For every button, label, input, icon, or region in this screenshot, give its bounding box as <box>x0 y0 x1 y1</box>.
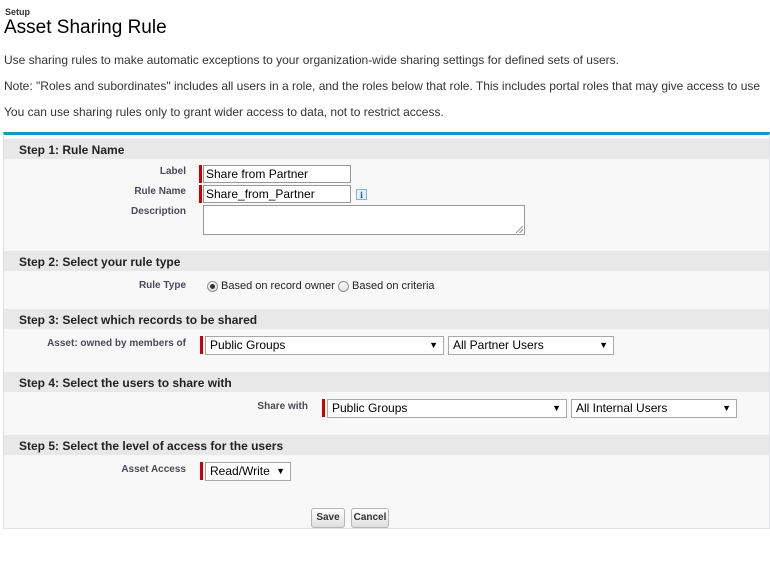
save-button[interactable]: Save <box>311 508 345 528</box>
label-input[interactable]: Share from Partner <box>203 165 351 183</box>
owned-by-field-label: Asset: owned by members of <box>47 338 186 349</box>
rule-name-field-label: Rule Name <box>134 186 186 197</box>
intro-text-2: Note: "Roles and subordinates" includes … <box>4 79 761 93</box>
chevron-down-icon: ▼ <box>599 340 608 350</box>
description-field-label: Description <box>130 206 186 217</box>
resize-grip-icon[interactable] <box>516 226 523 233</box>
step1-header: Step 1: Rule Name <box>4 139 769 159</box>
rule-name-input[interactable]: Share_from_Partner <box>203 185 351 203</box>
required-indicator <box>200 336 203 354</box>
sharing-rule-form: Step 1: Rule Name Label Share from Partn… <box>3 132 770 529</box>
access-field-label: Asset Access <box>121 464 186 475</box>
rule-type-field-label: Rule Type <box>138 280 186 291</box>
required-indicator <box>322 399 325 417</box>
description-textarea[interactable] <box>203 205 525 235</box>
page-title: Asset Sharing Rule <box>4 17 167 38</box>
step2-header: Step 2: Select your rule type <box>4 251 769 271</box>
owned-by-group-value: All Partner Users <box>453 338 544 352</box>
radio-label-criteria[interactable]: Based on criteria <box>352 280 435 292</box>
intro-text-3: You can use sharing rules only to grant … <box>4 105 444 119</box>
step4-header: Step 4: Select the users to share with <box>4 372 769 392</box>
owned-by-group-select[interactable]: All Partner Users ▼ <box>448 336 614 355</box>
chevron-down-icon: ▼ <box>722 403 731 413</box>
step3-header: Step 3: Select which records to be share… <box>4 309 769 329</box>
chevron-down-icon: ▼ <box>429 340 438 350</box>
required-indicator <box>200 462 203 480</box>
intro-text-1: Use sharing rules to make automatic exce… <box>4 53 619 67</box>
share-with-type-select[interactable]: Public Groups ▼ <box>327 399 567 418</box>
chevron-down-icon: ▼ <box>276 466 285 476</box>
access-level-select[interactable]: Read/Write ▼ <box>205 462 291 481</box>
required-indicator <box>199 165 202 183</box>
step5-header: Step 5: Select the level of access for t… <box>4 435 769 455</box>
share-with-field-label: Share with <box>257 401 308 412</box>
required-indicator <box>199 185 202 203</box>
share-with-group-value: All Internal Users <box>576 401 668 415</box>
owned-by-type-select[interactable]: Public Groups ▼ <box>205 336 444 355</box>
radio-label-owner[interactable]: Based on record owner <box>221 280 335 292</box>
share-with-type-value: Public Groups <box>332 401 408 415</box>
info-icon[interactable]: i <box>356 189 367 200</box>
setup-label: Setup <box>5 7 31 17</box>
radio-based-on-owner[interactable] <box>207 281 218 292</box>
cancel-button[interactable]: Cancel <box>351 508 389 528</box>
label-field-label: Label <box>159 166 186 177</box>
radio-based-on-criteria[interactable] <box>338 281 349 292</box>
access-level-value: Read/Write <box>210 464 270 478</box>
owned-by-type-value: Public Groups <box>210 338 286 352</box>
share-with-group-select[interactable]: All Internal Users ▼ <box>571 399 737 418</box>
chevron-down-icon: ▼ <box>552 403 561 413</box>
